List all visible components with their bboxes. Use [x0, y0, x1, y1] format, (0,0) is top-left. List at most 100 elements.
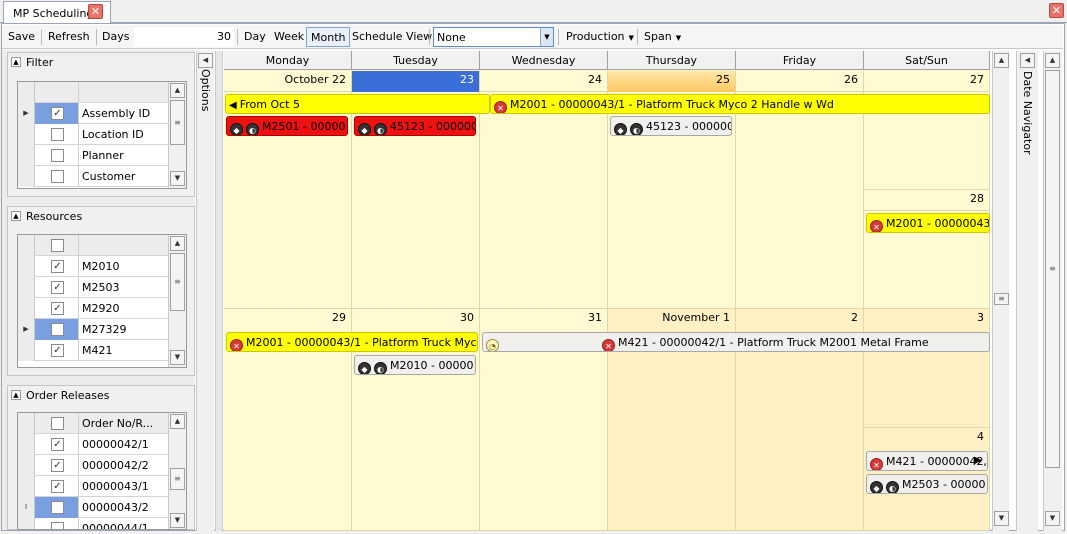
- chevron-down-icon[interactable]: ▼: [540, 28, 553, 46]
- week-view-button[interactable]: Week: [270, 27, 308, 47]
- collapse-left-icon[interactable]: ◀: [1020, 53, 1035, 68]
- toolbar-separator: [41, 29, 42, 45]
- collapse-icon[interactable]: ▲: [11, 390, 21, 400]
- filter-row[interactable]: Location ID: [18, 124, 168, 145]
- close-window-icon[interactable]: ✕: [1049, 3, 1064, 18]
- days-input[interactable]: 30: [134, 27, 234, 47]
- date-navigator-label[interactable]: Date Navigator: [1021, 71, 1034, 155]
- row-indicator: [18, 476, 35, 497]
- scroll-up-icon[interactable]: ▲: [1045, 53, 1060, 68]
- appointment-bar[interactable]: ✕ M421 - 00000042, ▶: [866, 451, 988, 471]
- collapse-icon[interactable]: ▲: [11, 57, 21, 67]
- filter-row[interactable]: Customer: [18, 166, 168, 187]
- scroll-thumb[interactable]: ≡: [170, 100, 185, 145]
- filter-checkbox[interactable]: [51, 170, 64, 183]
- resource-checkbox[interactable]: ✓: [51, 260, 64, 273]
- filter-scrollbar[interactable]: ▲ ≡ ▼: [168, 82, 186, 188]
- order-checkbox[interactable]: ✓: [51, 459, 64, 472]
- resources-title: Resources: [26, 210, 83, 223]
- schedule-view-button[interactable]: Schedule View: [348, 27, 436, 47]
- order-checkbox[interactable]: [51, 522, 64, 529]
- calendar-scrollbar[interactable]: ▲ ≡ ▼: [992, 51, 1009, 531]
- filter-checkbox[interactable]: [51, 128, 64, 141]
- date-navigator-tab[interactable]: ◀ Date Navigator: [1016, 51, 1038, 531]
- order-row[interactable]: ✓ 00000042/1: [18, 434, 168, 455]
- scroll-thumb[interactable]: ≡: [1045, 70, 1060, 468]
- month-view-button[interactable]: Month: [306, 27, 351, 47]
- scroll-down-icon[interactable]: ▼: [994, 511, 1009, 526]
- scroll-down-icon[interactable]: ▼: [170, 513, 185, 528]
- filter-row[interactable]: Planner: [18, 145, 168, 166]
- order-checkbox[interactable]: [51, 501, 64, 514]
- select-all-checkbox[interactable]: [51, 417, 64, 430]
- save-button[interactable]: Save: [4, 27, 39, 47]
- resource-checkbox[interactable]: ✓: [51, 344, 64, 357]
- appointment-from-oct[interactable]: ◀ From Oct 5: [225, 94, 490, 114]
- order-row[interactable]: ✓ 00000042/2: [18, 455, 168, 476]
- scroll-thumb[interactable]: ≡: [170, 253, 185, 311]
- resource-row[interactable]: ✓ M421: [18, 340, 168, 361]
- resource-label: M2503: [82, 281, 120, 294]
- filter-row[interactable]: ▶ ✓ Assembly ID: [18, 103, 168, 124]
- select-all-checkbox[interactable]: [51, 239, 64, 252]
- day-view-button[interactable]: Day: [240, 27, 270, 47]
- collapse-icon[interactable]: ▲: [11, 211, 21, 221]
- filter-checkbox[interactable]: ✓: [51, 107, 64, 120]
- scroll-down-icon[interactable]: ▼: [170, 171, 185, 186]
- scroll-down-icon[interactable]: ▼: [1045, 511, 1060, 526]
- day-cell[interactable]: 27: [864, 71, 990, 190]
- order-row[interactable]: 00000044/1: [18, 518, 168, 529]
- resource-checkbox[interactable]: ✓: [51, 281, 64, 294]
- splitter[interactable]: [215, 51, 223, 531]
- span-dropdown[interactable]: Span ▼: [640, 27, 685, 47]
- tool-icon: ◆: [614, 123, 627, 135]
- appointment-bar[interactable]: ◆ ◐ M2503 - 00000: [866, 474, 988, 494]
- appointment-bar[interactable]: ◆ ◐ 45123 - 000000: [354, 116, 476, 136]
- resource-row[interactable]: ✓ M2010: [18, 256, 168, 277]
- scroll-up-icon[interactable]: ▲: [170, 236, 185, 251]
- appointment-bar[interactable]: ◆ ◐ 45123 - 000000: [610, 116, 732, 136]
- resource-row[interactable]: ✓ M2503: [18, 277, 168, 298]
- tool-icon: ◆: [230, 123, 243, 135]
- scroll-up-icon[interactable]: ▲: [994, 53, 1009, 68]
- outer-scrollbar[interactable]: ▲ ≡ ▼: [1043, 51, 1062, 531]
- options-panel-tab[interactable]: ◀ Options: [196, 51, 214, 531]
- order-row[interactable]: I 00000043/2: [18, 497, 168, 518]
- order-checkbox[interactable]: ✓: [51, 480, 64, 493]
- order-checkbox[interactable]: ✓: [51, 438, 64, 451]
- filter-checkbox[interactable]: [51, 149, 64, 162]
- collapse-left-icon[interactable]: ◀: [198, 53, 213, 68]
- view-combo[interactable]: None ▼: [433, 27, 554, 47]
- resources-header[interactable]: ▲ Resources: [8, 207, 194, 225]
- scroll-thumb[interactable]: ≡: [994, 293, 1009, 305]
- row-indicator: [18, 455, 35, 476]
- scroll-down-icon[interactable]: ▼: [170, 350, 185, 365]
- scroll-thumb[interactable]: ≡: [170, 468, 185, 490]
- resource-row[interactable]: ▶ M27329: [18, 319, 168, 340]
- resource-row[interactable]: ✓ M2920: [18, 298, 168, 319]
- options-label[interactable]: Options: [199, 69, 212, 111]
- order-releases-header[interactable]: ▲ Order Releases: [8, 386, 194, 404]
- appointment-bar[interactable]: ✕ M2001 - 00000043/1 - Platform Truck Myc…: [490, 94, 990, 114]
- production-dropdown[interactable]: Production ▼: [562, 27, 638, 47]
- order-row[interactable]: ✓ 00000043/1: [18, 476, 168, 497]
- order-column-header[interactable]: Order No/R...: [82, 417, 153, 430]
- resource-checkbox[interactable]: [51, 323, 64, 336]
- appointment-bar[interactable]: ✕ M2001 - 00000043/1: [866, 213, 990, 233]
- day-cell[interactable]: 3: [864, 309, 990, 428]
- resources-scrollbar[interactable]: ▲ ≡ ▼: [168, 235, 186, 367]
- filter-header[interactable]: ▲ Filter: [8, 53, 194, 71]
- resource-checkbox[interactable]: ✓: [51, 302, 64, 315]
- orders-scrollbar[interactable]: ▲ ≡ ▼: [168, 413, 186, 529]
- filter-label: Customer: [82, 170, 136, 183]
- appointment-bar[interactable]: ◆ ◐ M2501 - 00000: [226, 116, 348, 136]
- scroll-up-icon[interactable]: ▲: [170, 414, 185, 429]
- scroll-up-icon[interactable]: ▲: [170, 83, 185, 98]
- appointment-bar[interactable]: ◔ ✕ M421 - 00000042/1 - Platform Truck M20…: [482, 332, 990, 352]
- appointment-bar[interactable]: ◆ ◐ M2010 - 00000: [354, 355, 476, 375]
- close-tab-icon[interactable]: ✕: [88, 4, 103, 19]
- appointment-bar[interactable]: ✕ M2001 - 00000043/1 - Platform Truck Myc…: [226, 332, 478, 352]
- resources-grid: ✓ M2010 ✓ M2503 ✓ M2920 ▶ M27329 ✓ M421 ▲ ≡ ▼: [17, 234, 187, 368]
- day-cell[interactable]: 28: [864, 190, 990, 309]
- refresh-button[interactable]: Refresh: [44, 27, 94, 47]
